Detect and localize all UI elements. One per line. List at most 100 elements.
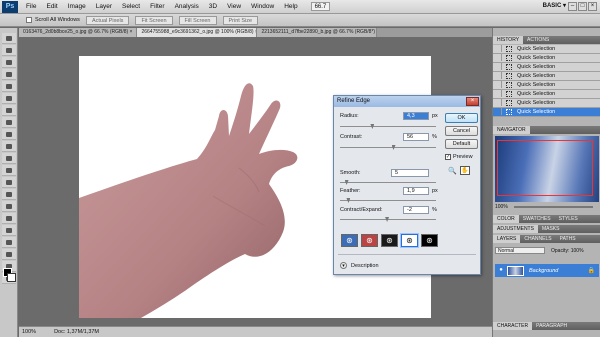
workspace-switcher[interactable]: BASIC ▾ <box>543 2 566 9</box>
hand-tool-icon[interactable]: ✋ <box>460 166 470 175</box>
pen-tool-icon[interactable] <box>2 201 16 212</box>
feather-input[interactable]: 1,9 <box>403 187 429 195</box>
menu-view[interactable]: View <box>222 3 246 10</box>
quick-mask-view-icon[interactable]: ⊛ <box>361 234 378 247</box>
menu-image[interactable]: Image <box>63 3 91 10</box>
shape-tool-icon[interactable] <box>2 237 16 248</box>
eyedropper-tool-icon[interactable] <box>2 93 16 104</box>
tab-channels[interactable]: CHANNELS <box>520 235 555 243</box>
layer-row-background[interactable]: ● Background 🔒 <box>495 264 599 277</box>
radius-slider[interactable] <box>340 124 436 130</box>
menu-file[interactable]: File <box>21 3 41 10</box>
menu-3d[interactable]: 3D <box>204 3 222 10</box>
menu-help[interactable]: Help <box>279 3 302 10</box>
history-item[interactable]: Quick Selection <box>493 81 600 90</box>
contract-expand-input[interactable]: -2 <box>403 206 429 214</box>
cancel-button[interactable]: Cancel <box>445 126 478 136</box>
menu-analysis[interactable]: Analysis <box>170 3 204 10</box>
dialog-close-button[interactable]: × <box>466 97 479 106</box>
menu-layer[interactable]: Layer <box>91 3 117 10</box>
zoom-tool-icon[interactable]: 🔍 <box>448 167 457 175</box>
opacity-field[interactable]: Opacity: 100% <box>551 248 584 254</box>
preview-checkbox[interactable]: ✓ <box>445 154 451 160</box>
navigator-zoom-value[interactable]: 100% <box>495 204 508 210</box>
tab-adjustments[interactable]: ADJUSTMENTS <box>493 225 538 233</box>
history-item[interactable]: Quick Selection <box>493 72 600 81</box>
history-item-selected[interactable]: Quick Selection <box>493 108 600 117</box>
history-item[interactable]: Quick Selection <box>493 90 600 99</box>
tab-history[interactable]: HISTORY <box>493 36 524 44</box>
on-white-view-icon[interactable]: ⊛ <box>400 233 419 248</box>
tab-character[interactable]: CHARACTER <box>493 322 533 330</box>
menu-window[interactable]: Window <box>246 3 279 10</box>
history-item[interactable]: Quick Selection <box>493 45 600 54</box>
move-tool-icon[interactable] <box>2 33 16 44</box>
menu-filter[interactable]: Filter <box>145 3 169 10</box>
description-toggle[interactable]: ▾ Description <box>340 262 379 269</box>
scroll-all-windows-checkbox[interactable] <box>26 17 32 23</box>
tab-layers[interactable]: LAYERS <box>493 235 521 243</box>
tab-color[interactable]: COLOR <box>493 215 519 223</box>
tab-styles[interactable]: STYLES <box>555 215 582 223</box>
radius-input[interactable]: 4,3 <box>403 112 429 120</box>
tab-actions[interactable]: ACTIONS <box>523 36 553 44</box>
chevron-down-icon[interactable]: ▾ <box>340 262 347 269</box>
tab-paths[interactable]: PATHS <box>556 235 580 243</box>
document-tab-3[interactable]: 2213652111_d7fbe22890_b.jpg @ 66.7% (RGB… <box>257 28 378 37</box>
gradient-tool-icon[interactable] <box>2 165 16 176</box>
history-item[interactable]: Quick Selection <box>493 63 600 72</box>
healing-brush-tool-icon[interactable] <box>2 105 16 116</box>
actual-pixels-button[interactable]: Actual Pixels <box>85 15 130 25</box>
default-button[interactable]: Default <box>445 139 478 149</box>
type-tool-icon[interactable] <box>2 213 16 224</box>
status-zoom[interactable]: 100% <box>22 329 36 335</box>
crop-tool-icon[interactable] <box>2 81 16 92</box>
3d-rotate-tool-icon[interactable] <box>2 249 16 260</box>
mask-view-icon[interactable]: ⊛ <box>421 234 438 247</box>
tab-masks[interactable]: MASKS <box>538 225 564 233</box>
navigator-zoom-slider[interactable] <box>513 206 593 208</box>
contrast-input[interactable]: 56 <box>403 133 429 141</box>
eraser-tool-icon[interactable] <box>2 153 16 164</box>
document-tab-1[interactable]: 0163476_2d0b8bce25_o.jpg @ 66.7% (RGB/8)… <box>19 28 138 37</box>
clone-stamp-tool-icon[interactable] <box>2 129 16 140</box>
blur-tool-icon[interactable] <box>2 177 16 188</box>
menu-select[interactable]: Select <box>117 3 145 10</box>
blend-mode-select[interactable]: Normal <box>495 247 545 254</box>
tab-navigator[interactable]: NAVIGATOR <box>493 126 530 134</box>
feather-slider[interactable] <box>340 198 436 204</box>
quick-selection-tool-icon[interactable] <box>2 69 16 80</box>
on-black-view-icon[interactable]: ⊛ <box>381 234 398 247</box>
close-window-button[interactable]: × <box>588 2 597 11</box>
contract-expand-slider[interactable] <box>340 217 436 223</box>
contrast-slider[interactable] <box>340 145 436 151</box>
lasso-tool-icon[interactable] <box>2 57 16 68</box>
tab-swatches[interactable]: SWATCHES <box>519 215 555 223</box>
print-size-button[interactable]: Print Size <box>222 15 259 25</box>
tab-paragraph[interactable]: PARAGRAPH <box>532 322 571 330</box>
marquee-tool-icon[interactable] <box>2 45 16 56</box>
navigator-preview[interactable] <box>495 136 599 202</box>
document-tab-2[interactable]: 2664755988_e9c3691362_o.jpg @ 100% (RGB/… <box>137 28 258 37</box>
standard-view-icon[interactable]: ⊛ <box>341 234 358 247</box>
dialog-title[interactable]: Refine Edge <box>334 96 480 107</box>
navigator-view-box[interactable] <box>497 140 593 196</box>
smooth-slider[interactable] <box>340 180 436 186</box>
menu-edit[interactable]: Edit <box>41 3 62 10</box>
history-brush-tool-icon[interactable] <box>2 141 16 152</box>
background-color-swatch[interactable] <box>7 273 16 282</box>
fill-screen-button[interactable]: Fill Screen <box>178 15 217 25</box>
brush-tool-icon[interactable] <box>2 117 16 128</box>
eye-icon[interactable]: ● <box>497 267 505 275</box>
fit-screen-button[interactable]: Fit Screen <box>135 15 173 25</box>
minimize-button[interactable]: – <box>568 2 577 11</box>
contract-expand-label: Contract/Expand: <box>340 207 383 213</box>
ok-button[interactable]: OK <box>445 113 478 123</box>
dodge-tool-icon[interactable] <box>2 189 16 200</box>
path-selection-tool-icon[interactable] <box>2 225 16 236</box>
zoom-level-field[interactable]: 66.7 <box>310 2 331 11</box>
history-item[interactable]: Quick Selection <box>493 99 600 108</box>
history-item[interactable]: Quick Selection <box>493 54 600 63</box>
smooth-input[interactable]: 5 <box>391 169 429 177</box>
maximize-button[interactable]: □ <box>578 2 587 11</box>
